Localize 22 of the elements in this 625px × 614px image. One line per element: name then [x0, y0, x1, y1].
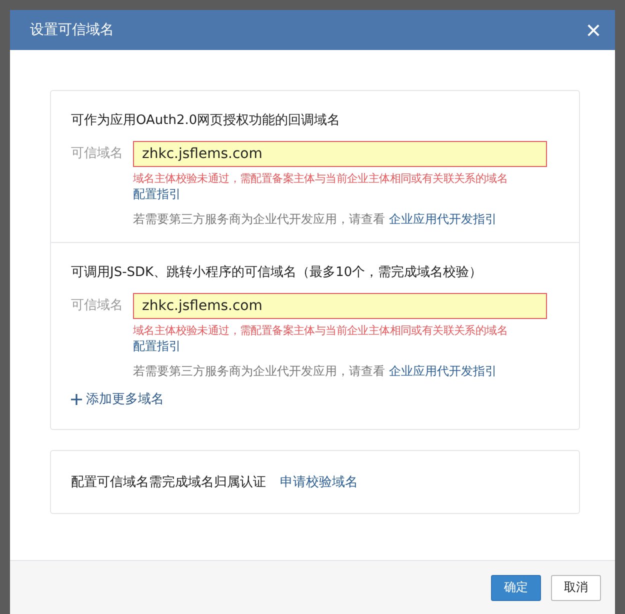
section-heading: 可调用JS-SDK、跳转小程序的可信域名（最多10个，需完成域名校验）	[71, 264, 484, 281]
hint-text: 若需要第三方服务商为企业代开发应用，请查看	[133, 363, 385, 380]
error-message: 域名主体校验未通过，需配置备案主体与当前企业主体相同或有关联关系的域名	[133, 171, 508, 186]
verify-link[interactable]: 申请校验域名	[280, 472, 358, 490]
hint-text: 若需要第三方服务商为企业代开发应用，请查看	[133, 211, 385, 228]
dev-guide-link[interactable]: 企业应用代开发指引	[389, 211, 497, 228]
guide-link[interactable]: 配置指引	[133, 186, 181, 203]
confirm-button[interactable]: 确定	[491, 574, 541, 600]
close-button[interactable]: ×	[582, 17, 605, 43]
verify-text: 配置可信域名需完成域名归属认证	[71, 474, 266, 490]
domain-input-field[interactable]: zhkc.jsflems.com	[133, 141, 547, 167]
field-label: 可信域名	[71, 297, 123, 315]
plus-icon	[71, 394, 82, 404]
cancel-button[interactable]: 取消	[551, 574, 601, 600]
section-heading: 可作为应用OAuth2.0网页授权功能的回调域名	[71, 112, 342, 129]
dialog-title: 设置可信域名	[30, 21, 114, 39]
error-message: 域名主体校验未通过，需配置备案主体与当前企业主体相同或有关联关系的域名	[133, 323, 508, 338]
domain-input-field[interactable]: zhkc.jsflems.com	[133, 293, 547, 319]
dev-guide-link[interactable]: 企业应用代开发指引	[389, 363, 497, 380]
add-domain-link[interactable]: 添加更多域名	[71, 390, 164, 408]
guide-link[interactable]: 配置指引	[133, 338, 181, 355]
field-label: 可信域名	[71, 145, 123, 163]
